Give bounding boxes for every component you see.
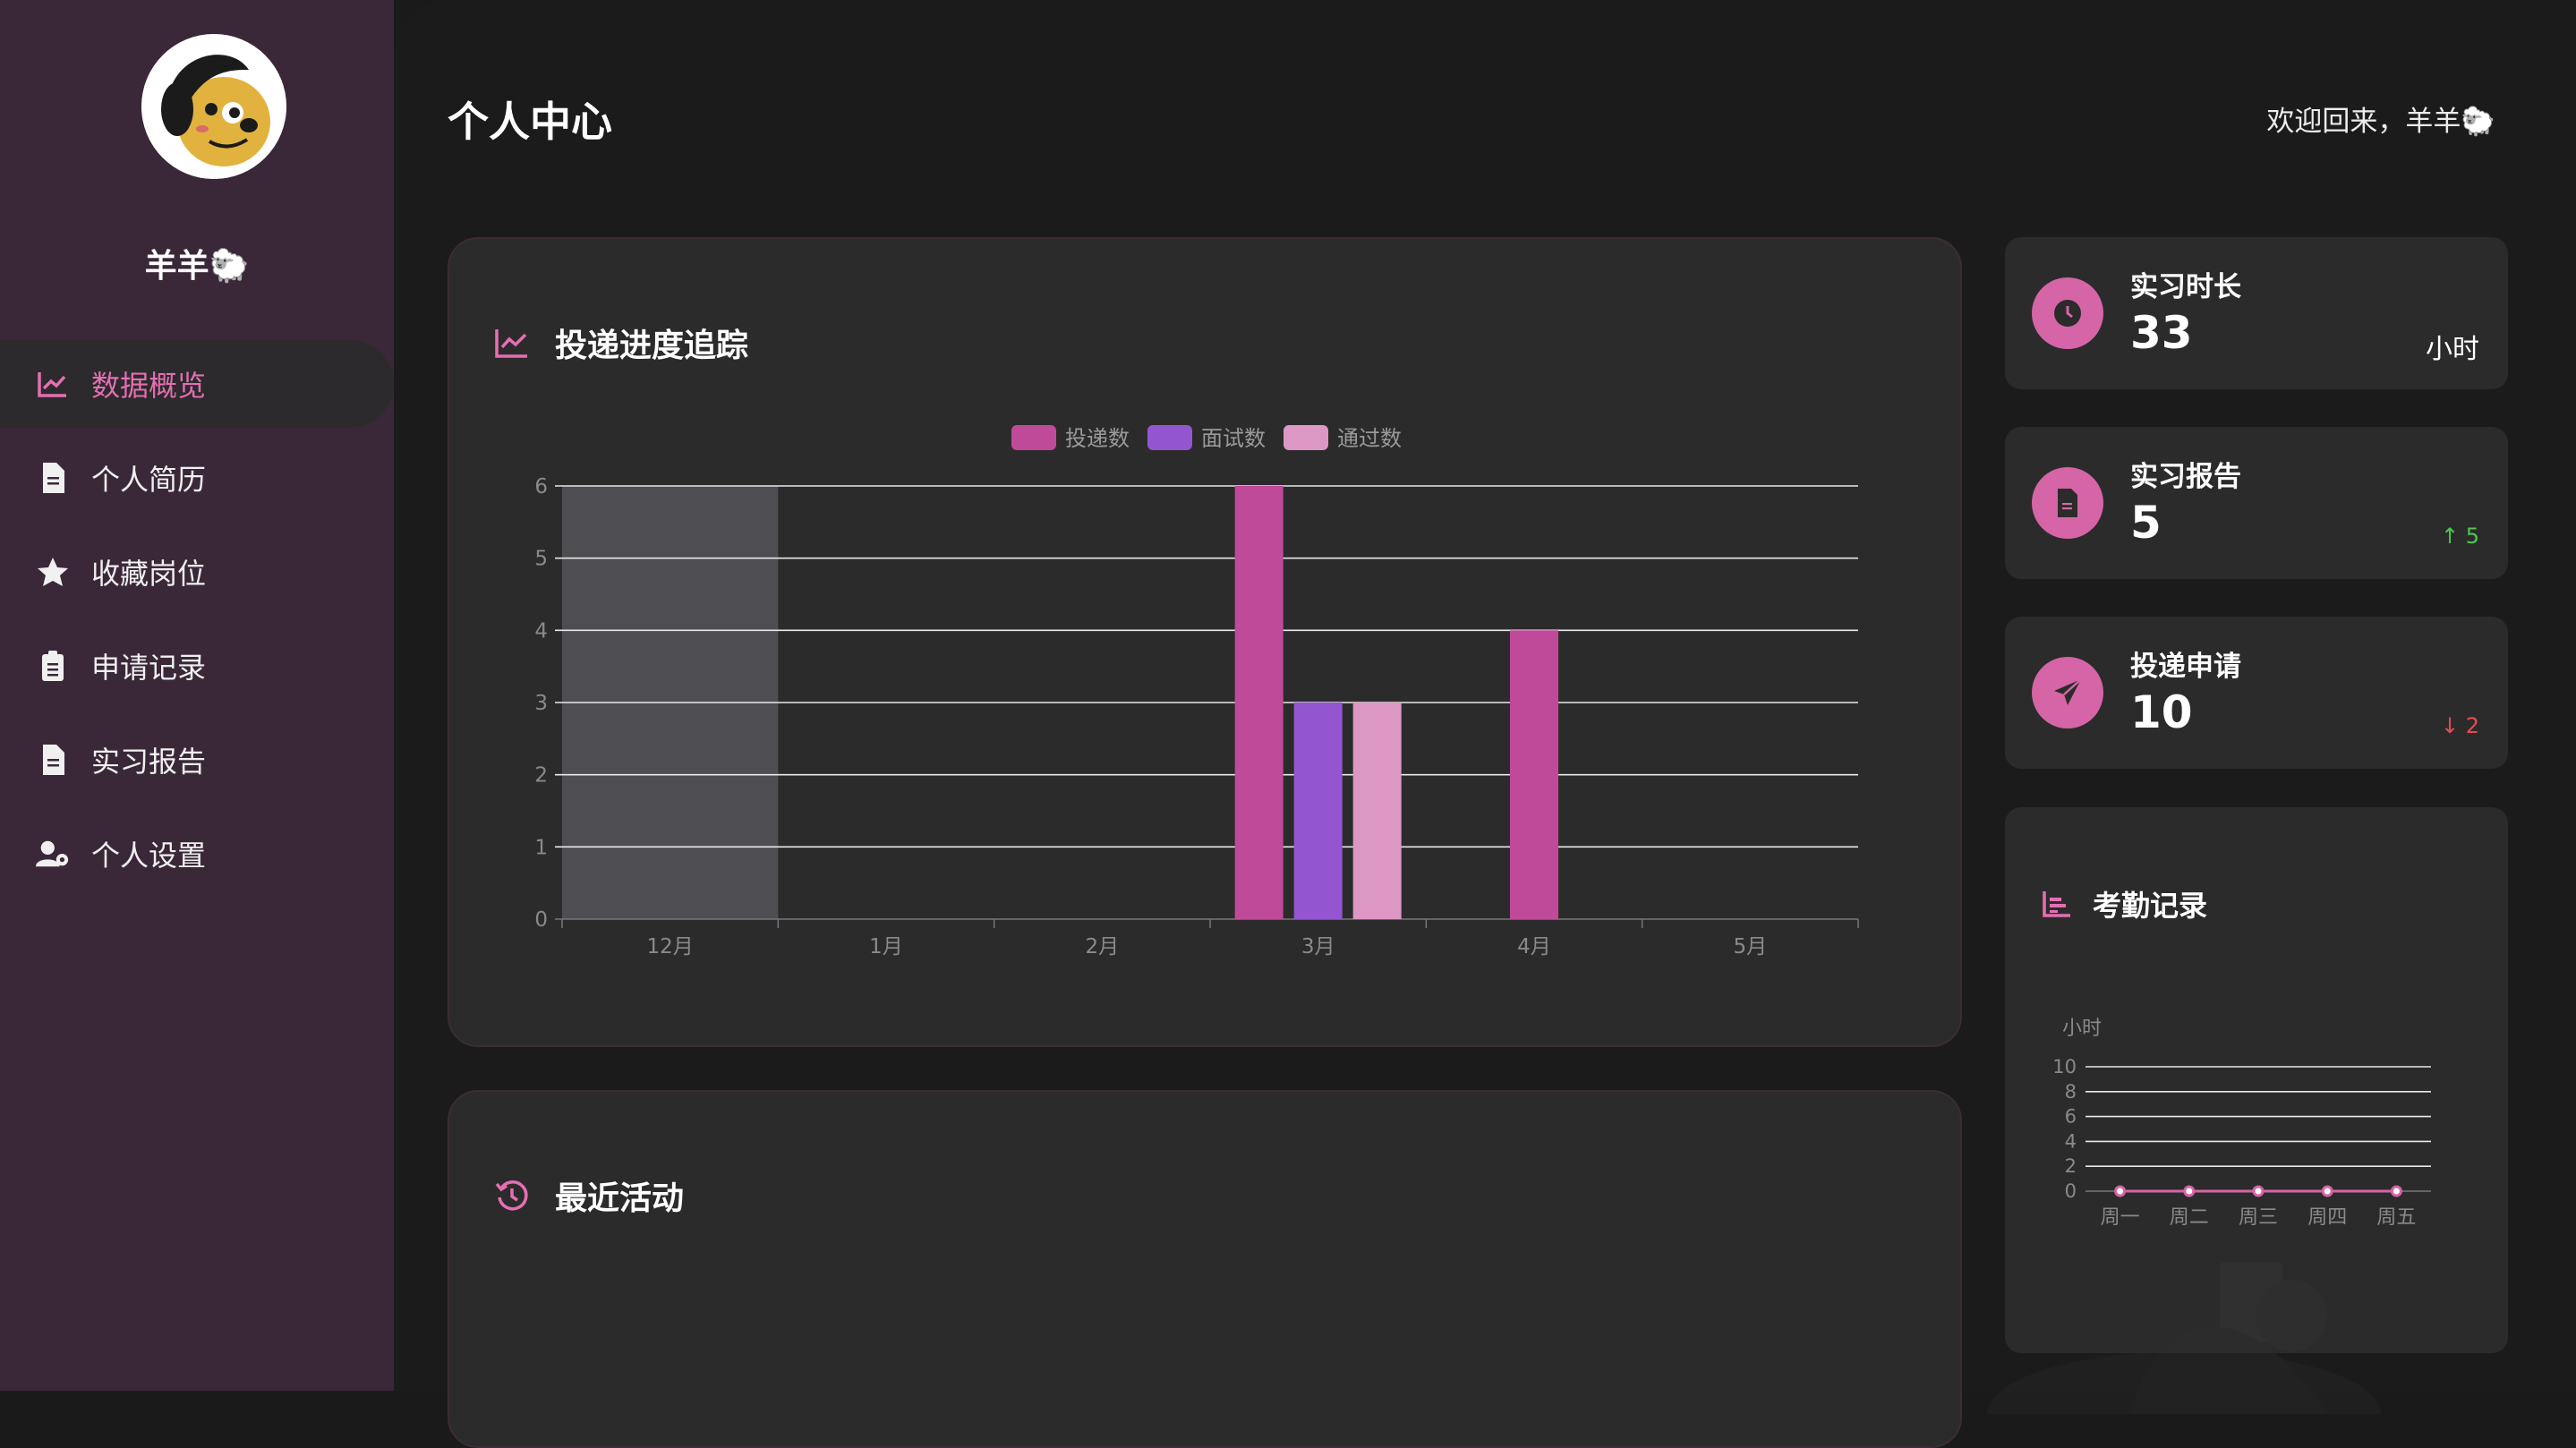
stat-label: 实习报告 (2130, 461, 2241, 493)
y-tick-label: 1 (534, 836, 548, 859)
main-content: 个人中心 欢迎回来，羊羊🐑 投递进度追踪 0 1 2 3 4 5 6 12月 1月 2月 3月 4月 5… (394, 0, 2576, 1448)
recent-activity-card: 最近活动 (448, 1090, 1962, 1448)
y-tick-label: 6 (534, 475, 548, 498)
chart-line-icon (36, 367, 70, 401)
x-tick-label: 3月 (1301, 935, 1335, 958)
sidebar-nav: 数据概览 个人简历 收藏岗位 申请记录 实习报告 个人设置 (0, 340, 394, 904)
x-tick-label: 周一 (2101, 1206, 2140, 1229)
y-tick-label: 4 (2065, 1130, 2077, 1152)
stat-trend-down: ↓ 2 (2440, 713, 2479, 738)
stat-unit: 小时 (2426, 334, 2479, 365)
x-tick-label: 周三 (2239, 1206, 2278, 1229)
x-tick-label: 2月 (1086, 935, 1120, 958)
sidebar-item-label: 申请记录 (91, 651, 207, 685)
x-tick-label: 周四 (2307, 1206, 2347, 1229)
legend-swatch (1011, 425, 1056, 450)
file-icon (36, 743, 70, 777)
paper-plane-icon (2032, 657, 2103, 728)
sidebar-item-favorites[interactable]: 收藏岗位 (0, 528, 394, 616)
bar (1510, 630, 1558, 919)
y-tick-label: 4 (534, 619, 548, 643)
y-axis-label: 小时 (2062, 1018, 2102, 1040)
file-icon (2032, 467, 2103, 539)
clipboard-icon (36, 649, 70, 683)
sidebar-item-overview[interactable]: 数据概览 (0, 340, 394, 428)
y-tick-label: 6 (2065, 1106, 2077, 1128)
sidebar-item-label: 个人简历 (91, 463, 207, 497)
sidebar-item-label: 数据概览 (91, 369, 207, 403)
decorative-illustration (1987, 1262, 2381, 1414)
x-tick-label: 4月 (1517, 935, 1551, 958)
sidebar-item-resume[interactable]: 个人简历 (0, 434, 394, 522)
sidebar-item-label: 个人设置 (91, 839, 207, 873)
data-point (2321, 1185, 2333, 1197)
y-tick-label: 0 (2065, 1180, 2077, 1202)
stat-card-internship-reports[interactable]: 实习报告 5 ↑ 5 (2005, 427, 2508, 579)
x-tick-label: 12月 (647, 935, 694, 958)
stat-label: 实习时长 (2130, 271, 2241, 303)
sidebar-item-applications[interactable]: 申请记录 (0, 622, 394, 710)
x-tick-label: 5月 (1734, 935, 1768, 958)
stat-value: 10 (2130, 686, 2193, 738)
bar (1234, 486, 1284, 919)
y-tick-label: 3 (534, 692, 548, 715)
user-gear-icon (36, 837, 70, 871)
sidebar-item-settings[interactable]: 个人设置 (0, 810, 394, 898)
data-point (2252, 1185, 2265, 1197)
recent-card-title-text: 最近活动 (555, 1180, 685, 1217)
data-point (2390, 1185, 2402, 1197)
y-tick-label: 0 (534, 908, 548, 932)
page-title: 个人中心 (448, 98, 612, 146)
sidebar-username: 羊羊🐑 (144, 248, 250, 285)
sidebar-item-reports[interactable]: 实习报告 (0, 716, 394, 804)
sidebar: 羊羊🐑 数据概览 个人简历 收藏岗位 申请记录 实习报告 个人设置 (0, 0, 394, 1391)
y-tick-label: 10 (2052, 1056, 2077, 1077)
file-icon (36, 461, 70, 495)
clock-icon (2032, 277, 2103, 349)
legend-label: 通过数 (1337, 426, 1402, 451)
progress-bar-chart: 0 1 2 3 4 5 6 12月 1月 2月 3月 4月 5月 投递数 面试数 通过数 (534, 425, 1859, 958)
stat-value: 5 (2130, 497, 2162, 549)
y-tick-label: 2 (534, 764, 548, 788)
stat-value: 33 (2130, 307, 2193, 359)
stat-trend-up: ↑ 5 (2440, 524, 2479, 549)
y-tick-label: 5 (534, 548, 548, 571)
progress-tracking-card: 投递进度追踪 0 1 2 3 4 5 6 12月 1月 2月 3月 4月 5月 投递数 面试数 通过数 (448, 237, 1962, 1047)
star-icon (36, 555, 70, 589)
stat-label: 投递申请 (2130, 651, 2241, 683)
stat-card-internship-hours[interactable]: 实习时长 33 小时 (2005, 237, 2508, 389)
recent-card-title: 最近活动 (494, 1172, 684, 1219)
bar (1352, 703, 1402, 919)
sidebar-item-label: 实习报告 (91, 745, 207, 779)
legend-label: 面试数 (1201, 426, 1266, 451)
x-tick-label: 1月 (869, 935, 903, 958)
legend-swatch (1147, 425, 1192, 450)
x-tick-label: 周五 (2376, 1206, 2416, 1229)
bar (1293, 703, 1343, 919)
y-tick-label: 8 (2065, 1081, 2077, 1103)
legend-swatch (1284, 425, 1328, 450)
stat-card-applications[interactable]: 投递申请 10 ↓ 2 (2005, 617, 2508, 769)
x-tick-label: 周二 (2170, 1206, 2209, 1229)
data-point (2183, 1185, 2196, 1197)
avatar[interactable] (141, 34, 286, 179)
sidebar-item-label: 收藏岗位 (91, 557, 207, 591)
welcome-text: 欢迎回来，羊羊🐑 (2266, 106, 2495, 138)
y-tick-label: 2 (2065, 1155, 2077, 1177)
legend-label: 投递数 (1065, 426, 1130, 451)
history-icon (494, 1178, 530, 1214)
data-point (2114, 1185, 2127, 1197)
